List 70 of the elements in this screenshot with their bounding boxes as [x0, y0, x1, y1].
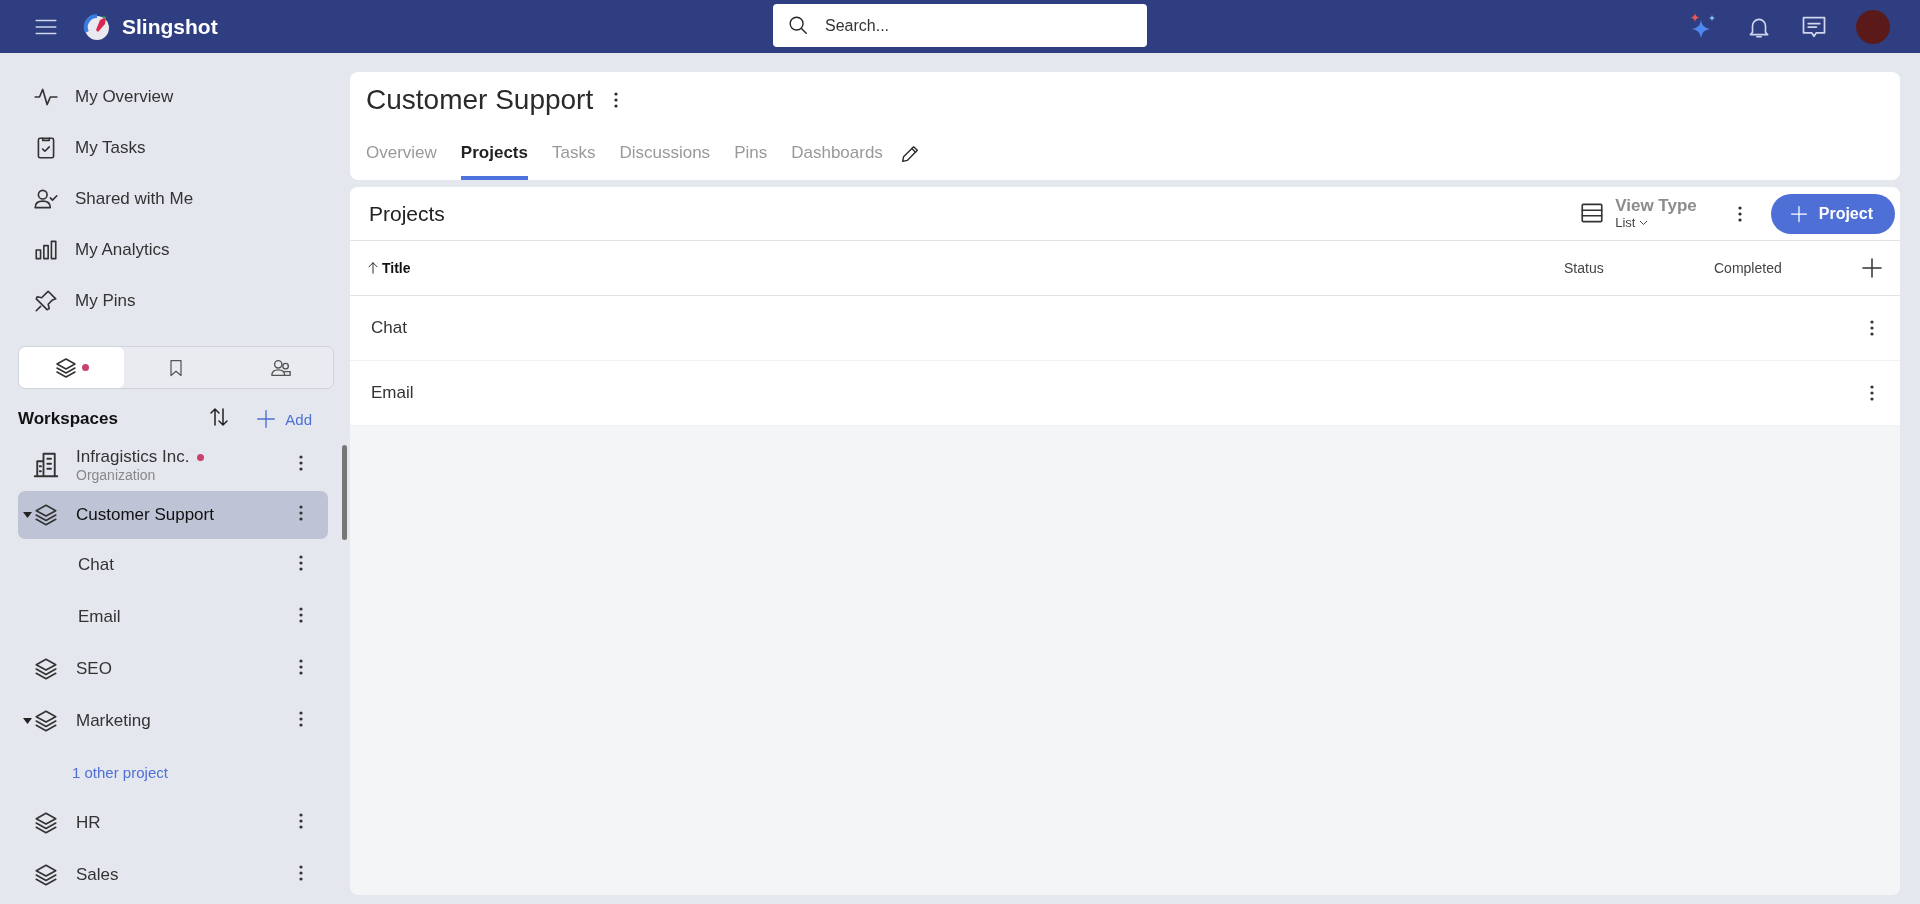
add-button[interactable]: Add	[255, 408, 312, 430]
tree-item[interactable]: Email	[18, 591, 328, 643]
nav-item[interactable]: Shared with Me	[18, 173, 342, 224]
tree-item[interactable]: Customer Support	[18, 491, 328, 539]
more-icon[interactable]	[298, 863, 304, 882]
tab[interactable]: Projects	[460, 128, 528, 180]
layers-icon	[33, 708, 59, 734]
tree-item-label: SEO	[76, 659, 112, 679]
more-icon[interactable]	[1869, 319, 1875, 337]
layers-icon	[33, 656, 59, 682]
column-header[interactable]: Status	[1564, 260, 1714, 276]
building-icon	[31, 450, 61, 480]
tree-item-label: HR	[76, 813, 101, 833]
view-type-label: View Type	[1615, 197, 1697, 216]
more-icon[interactable]	[298, 453, 304, 472]
tree-item[interactable]: Chat	[18, 539, 328, 591]
more-icon[interactable]	[298, 657, 304, 676]
plus-icon	[1788, 203, 1809, 224]
tree-item[interactable]: Marketing	[18, 695, 328, 747]
section-title: Workspaces	[18, 409, 118, 429]
sidebar-tab[interactable]	[19, 347, 124, 388]
tree-item[interactable]: 1 other project	[18, 747, 328, 797]
add-project-button[interactable]: Project	[1770, 193, 1895, 234]
caret-icon[interactable]	[23, 718, 32, 724]
more-icon[interactable]	[1869, 384, 1875, 402]
workspace-name: Infragistics Inc.	[76, 447, 190, 467]
more-icon[interactable]	[1736, 204, 1743, 223]
nav-item[interactable]: My Analytics	[18, 224, 342, 275]
plus-icon	[255, 408, 278, 430]
tree-item-label: Sales	[76, 865, 119, 885]
more-icon[interactable]	[298, 605, 304, 624]
chevron-down-icon	[1639, 219, 1649, 226]
layers-icon	[33, 502, 59, 528]
more-icon[interactable]	[298, 811, 304, 830]
nav-item[interactable]: My Tasks	[18, 122, 342, 173]
app-name: Slingshot	[122, 14, 218, 39]
layers-icon	[33, 810, 59, 836]
more-icon[interactable]	[298, 553, 304, 572]
search-field[interactable]: Search...	[773, 4, 1147, 47]
tree-item[interactable]: Sales	[18, 849, 328, 901]
more-icon[interactable]	[298, 503, 304, 522]
layers-icon	[53, 355, 78, 380]
table-cell-text: Email	[370, 383, 415, 403]
more-projects-link[interactable]: 1 other project	[72, 763, 168, 781]
tree-item-label: Chat	[78, 555, 114, 575]
nav-item[interactable]: My Pins	[18, 275, 342, 326]
tree-item[interactable]: SEO	[18, 643, 328, 695]
logo-icon	[82, 11, 112, 42]
tree-item[interactable]: HR	[18, 797, 328, 849]
layers-icon	[33, 862, 59, 888]
more-icon[interactable]	[613, 91, 620, 109]
sort-up-icon	[366, 261, 380, 275]
column-header[interactable]: Title	[350, 260, 1564, 276]
pin-icon	[33, 287, 59, 314]
tree-item[interactable]: Infragistics Inc. Organization	[18, 439, 328, 491]
page-title: Customer Support	[366, 84, 594, 116]
column-header[interactable]: Completed	[1714, 260, 1844, 276]
more-icon[interactable]	[298, 709, 304, 728]
table-cell-text: Chat	[370, 318, 408, 338]
add-column-icon[interactable]	[1860, 256, 1884, 280]
panel-title: Projects	[369, 201, 445, 226]
workspace-type: Organization	[76, 467, 157, 483]
search-icon	[787, 14, 809, 36]
tree-item-label: Marketing	[76, 711, 151, 731]
nav-item[interactable]: My Overview	[18, 71, 342, 122]
tree-item-label: Email	[78, 607, 121, 627]
scrollbar[interactable]	[342, 445, 347, 540]
view-type-dropdown[interactable]: List	[1615, 215, 1697, 230]
caret-icon[interactable]	[23, 512, 32, 518]
tree-item-label: Customer Support	[76, 505, 214, 525]
